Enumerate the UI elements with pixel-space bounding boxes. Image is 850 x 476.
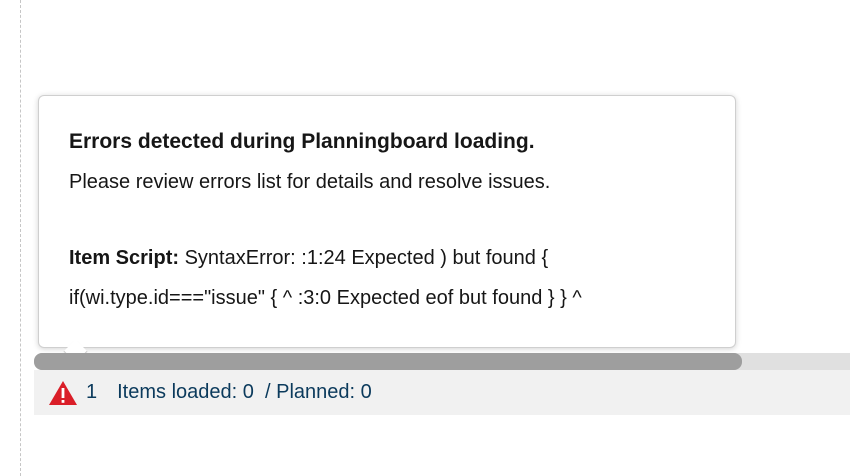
error-source-label: Item Script:	[69, 247, 180, 269]
status-bar: 1 Items loaded: 0 / Planned: 0	[34, 370, 850, 415]
planningboard-canvas: Errors detected during Planningboard loa…	[0, 0, 850, 476]
dashed-guide-line	[20, 0, 21, 476]
error-message-line1: SyntaxError: :1:24 Expected ) but found …	[179, 247, 549, 269]
horizontal-scrollbar-thumb[interactable]	[34, 353, 742, 370]
items-loaded-status: Items loaded: 0 / Planned: 0	[117, 381, 372, 403]
warning-triangle-icon[interactable]	[48, 380, 78, 406]
tooltip-error-message: Item Script: SyntaxError: :1:24 Expected…	[69, 238, 705, 318]
tooltip-subtitle: Please review errors list for details an…	[69, 171, 551, 193]
error-message-line2: if(wi.type.id==="issue" { ^ :3:0 Expecte…	[69, 287, 582, 309]
error-count[interactable]: 1	[86, 381, 97, 404]
error-tooltip: Errors detected during Planningboard loa…	[38, 95, 736, 348]
tooltip-title: Errors detected during Planningboard loa…	[69, 130, 535, 153]
